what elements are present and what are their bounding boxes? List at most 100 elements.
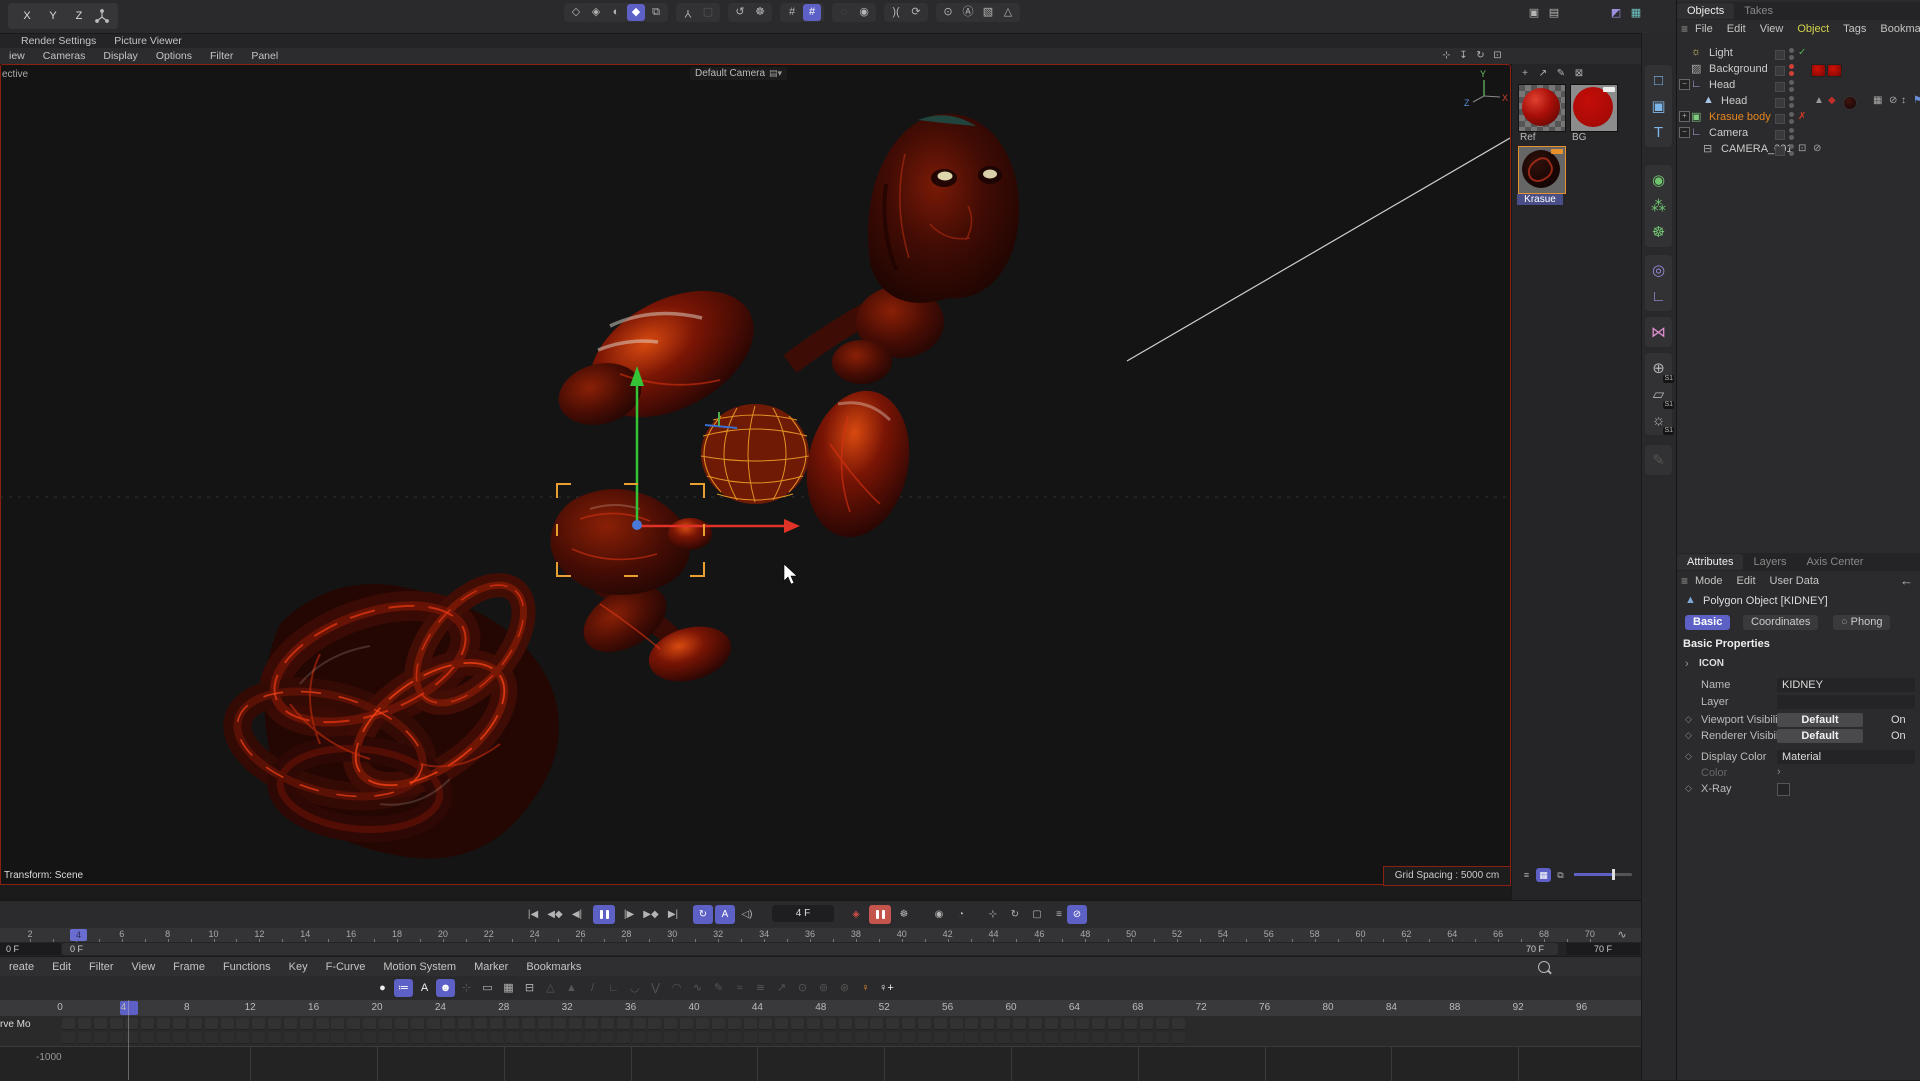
menu-item-user-data[interactable]: User Data [1770,575,1820,587]
texture-mode-icon[interactable]: ◐ [607,4,625,21]
dope-cell[interactable] [617,1032,630,1044]
dope-cell[interactable] [347,1018,360,1030]
check-tag-icon[interactable]: ✓ [1798,47,1806,58]
dope-cell[interactable] [94,1018,107,1030]
layer-chip[interactable] [1775,114,1785,124]
dope-cell[interactable] [1013,1032,1026,1044]
dope-cell[interactable] [538,1032,551,1044]
xray-checkbox[interactable] [1777,783,1790,796]
dope-cell[interactable] [78,1018,91,1030]
dope-cell[interactable] [680,1032,693,1044]
renderer-visibility-state[interactable]: On [1891,730,1906,742]
dopesheet-ruler[interactable]: 0481216202428323640444852566064687276808… [0,1000,1641,1016]
sound-toggle-icon[interactable]: ◁) [737,905,757,924]
dope-cell[interactable] [205,1018,218,1030]
back-arrow-icon[interactable]: ← [1900,573,1913,588]
dope-cell[interactable] [775,1032,788,1044]
tab-axis-center[interactable]: Axis Center [1797,554,1874,570]
icon-group-label[interactable]: ICON [1699,658,1724,669]
dope-cell[interactable] [569,1032,582,1044]
range-start-field[interactable]: 0 F [0,943,61,955]
flag-tag-icon[interactable]: ⚑ [1913,95,1920,106]
anim-diamond-icon[interactable]: ◇ [1685,730,1692,741]
dope-cell[interactable] [252,1018,265,1030]
grid-view-icon[interactable]: ▦ [1536,868,1551,882]
previous-key-icon[interactable]: ◀◆ [545,905,565,924]
rotate-view-icon[interactable]: ↻ [1473,49,1488,63]
dope-cell[interactable] [950,1018,963,1030]
collapse-icon[interactable]: − [1679,79,1690,90]
solo-off-icon[interactable]: ◌ [835,4,853,21]
frame-ruler[interactable]: 2468101214161820222426283032343638404244… [0,928,1641,942]
dope-cell[interactable] [981,1032,994,1044]
text-object-icon[interactable]: T [1645,120,1672,144]
render-region-icon[interactable]: ▣ [1525,5,1543,22]
dope-cell[interactable] [839,1032,852,1044]
promote-material-icon[interactable]: ↗ [1535,67,1551,81]
visibility-dots[interactable] [1789,80,1794,94]
protection-tag-icon[interactable]: ⊘ [1889,95,1897,106]
cube-primitive-icon[interactable]: ▣ [1645,94,1672,118]
tri-fill-icon[interactable]: ▲ [562,979,581,997]
chevron-right-icon[interactable]: › [1685,658,1689,670]
dope-cell[interactable] [569,1018,582,1030]
dope-cell[interactable] [791,1032,804,1044]
menu-item-edit[interactable]: Edit [1737,575,1756,587]
menu-item-edit[interactable]: Edit [1727,23,1746,35]
dope-cell[interactable] [458,1018,471,1030]
hamburger-icon[interactable]: ≡ [1681,574,1688,588]
dope-cell[interactable] [870,1032,883,1044]
cross-tag-icon[interactable]: ✗ [1798,111,1806,122]
menu-item-f-curve[interactable]: F-Curve [326,961,366,973]
checker-tag-icon[interactable]: ▦ [1873,95,1882,106]
automatic-mode-icon[interactable]: A [415,979,434,997]
dope-cell[interactable] [664,1032,677,1044]
layer-chip[interactable] [1775,146,1785,156]
visibility-dots[interactable] [1789,144,1794,158]
layer-chip[interactable] [1775,130,1785,140]
material-thumb-bg[interactable] [1570,84,1618,132]
layer-chip[interactable] [1775,66,1785,76]
dope-cell[interactable] [157,1032,170,1044]
dope-cell[interactable] [395,1032,408,1044]
tab-basic[interactable]: Basic [1685,615,1730,630]
keyframe-settings-icon[interactable]: ☸ [894,905,914,924]
dope-cell[interactable] [284,1018,297,1030]
dope-cell[interactable] [934,1018,947,1030]
dope-cell[interactable] [712,1018,725,1030]
dope-cell[interactable] [522,1032,535,1044]
tree-row-head[interactable]: ▲ Head ▲ ◆ ▦ ⊘ ↕ ⚑ [1677,94,1920,110]
add-marker-icon[interactable]: ♀+ [877,979,896,997]
dope-cell[interactable] [173,1018,186,1030]
dope-cell[interactable] [221,1018,234,1030]
interp-spline-icon[interactable]: ∿ [688,979,707,997]
symmetry-tool-icon[interactable]: )( [887,4,905,21]
dope-cell[interactable] [759,1018,772,1030]
display-color-dropdown[interactable]: Material [1777,750,1915,764]
dope-cell[interactable] [62,1018,75,1030]
dope-cell[interactable] [1076,1032,1089,1044]
dope-cell[interactable] [427,1032,440,1044]
menu-item-filter[interactable]: Filter [89,961,113,973]
material-tag-icon[interactable] [1827,64,1842,77]
key-mirror-icon[interactable]: ⊛ [835,979,854,997]
record-keyframe-icon[interactable]: ◈ [846,905,866,924]
world-axis-icon[interactable] [93,8,111,25]
dope-cell[interactable] [696,1032,709,1044]
dope-cell[interactable] [363,1018,376,1030]
dope-cell[interactable] [1092,1018,1105,1030]
dope-cell[interactable] [78,1032,91,1044]
dope-cell[interactable] [823,1018,836,1030]
link-slider-icon[interactable]: ⊹ [457,979,476,997]
hex-axis-icon[interactable]: ⊙ [939,4,957,21]
layer-chip[interactable] [1775,98,1785,108]
visibility-dots[interactable] [1789,96,1794,110]
material-thumb-ref[interactable] [1518,84,1566,132]
layer-chip[interactable] [1775,82,1785,92]
dope-cell[interactable] [585,1018,598,1030]
dope-cell[interactable] [94,1032,107,1044]
key-selection-icon[interactable]: ◉ [929,905,949,924]
dope-cell[interactable] [363,1032,376,1044]
dope-cell[interactable] [173,1032,186,1044]
dope-cell[interactable] [141,1032,154,1044]
